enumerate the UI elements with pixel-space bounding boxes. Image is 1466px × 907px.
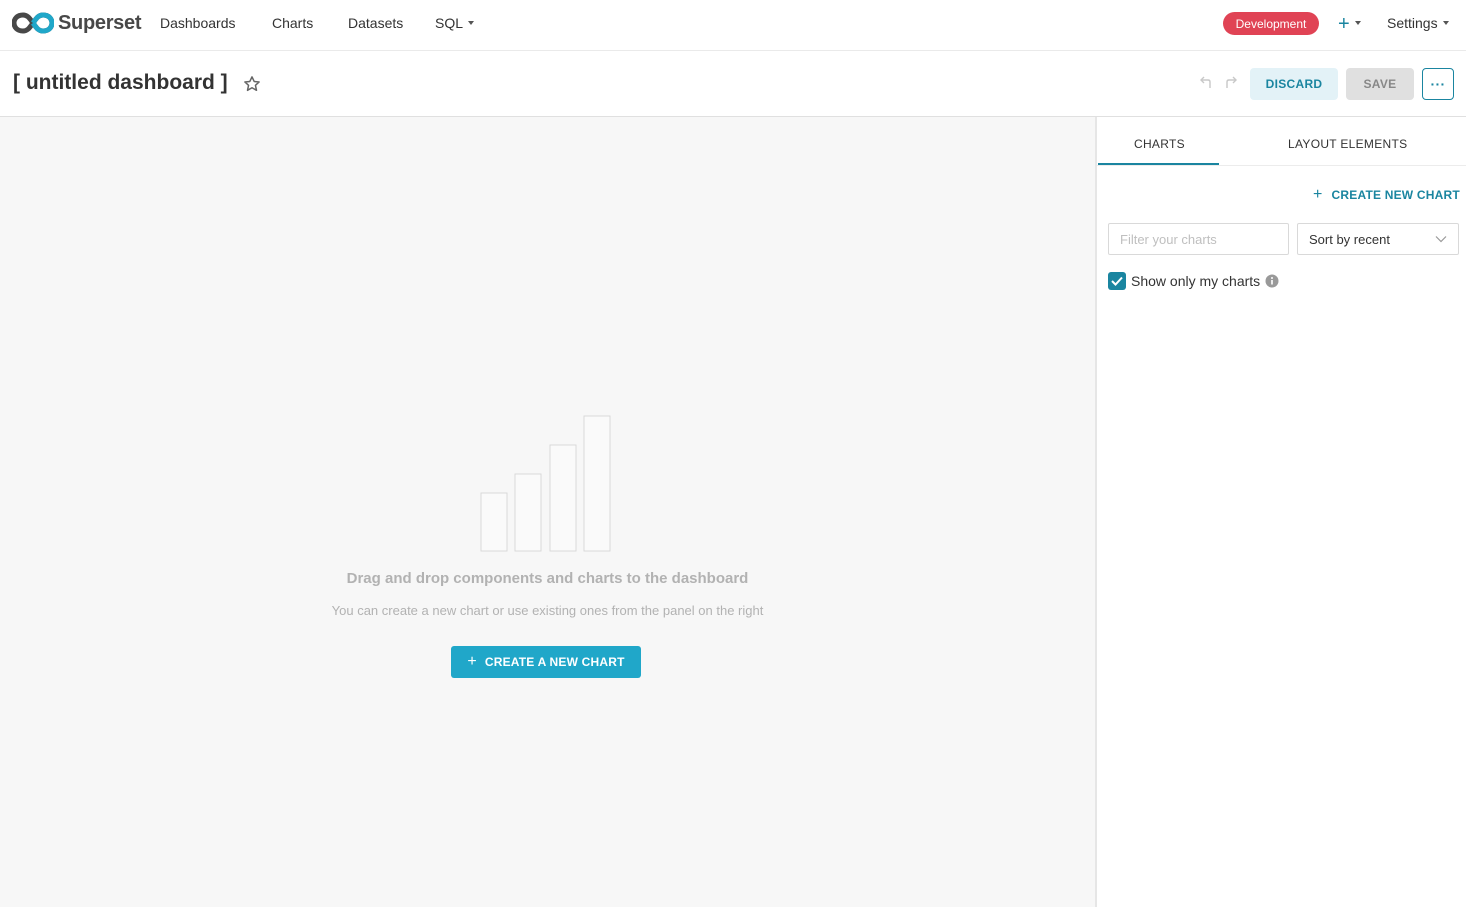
favorite-star-icon[interactable] bbox=[243, 75, 261, 93]
show-only-my-charts-label: Show only my charts bbox=[1131, 273, 1261, 289]
create-new-chart-link[interactable]: + CREATE NEW CHART bbox=[1313, 186, 1460, 204]
nav-sql-label: SQL bbox=[435, 15, 464, 31]
tab-layout-elements[interactable]: LAYOUT ELEMENTS bbox=[1288, 137, 1407, 151]
show-only-my-charts-toggle[interactable]: Show only my charts bbox=[1108, 272, 1279, 290]
nav-sql[interactable]: SQL bbox=[435, 15, 475, 31]
nav-dashboards[interactable]: Dashboards bbox=[160, 15, 236, 31]
dashboard-canvas[interactable]: Drag and drop components and charts to t… bbox=[0, 117, 1095, 907]
redo-icon[interactable] bbox=[1223, 75, 1237, 89]
settings-menu[interactable]: Settings bbox=[1387, 15, 1449, 31]
tabs-divider bbox=[1097, 165, 1466, 166]
brand-logo[interactable]: Superset bbox=[12, 11, 141, 35]
plus-icon: + bbox=[1338, 13, 1350, 35]
brand-name: Superset bbox=[58, 11, 142, 34]
sort-select-value: Sort by recent bbox=[1309, 231, 1390, 247]
discard-button[interactable]: DISCARD bbox=[1250, 68, 1338, 100]
new-item-menu[interactable]: + bbox=[1338, 14, 1361, 34]
empty-chart-illustration-icon bbox=[480, 415, 611, 552]
filter-charts-input[interactable] bbox=[1108, 223, 1289, 255]
caret-down-icon bbox=[1354, 21, 1361, 25]
environment-badge: Development bbox=[1223, 12, 1319, 35]
caret-down-icon bbox=[1442, 21, 1449, 26]
chevron-down-icon bbox=[1435, 236, 1447, 243]
plus-icon: + bbox=[467, 653, 477, 670]
create-new-chart-button[interactable]: + CREATE A NEW CHART bbox=[451, 646, 641, 678]
nav-charts[interactable]: Charts bbox=[272, 15, 313, 31]
dashboard-header: [ untitled dashboard ] DISCARD SAVE ··· bbox=[0, 51, 1466, 117]
more-options-button[interactable]: ··· bbox=[1422, 68, 1454, 100]
superset-logo-icon bbox=[12, 12, 54, 34]
create-new-chart-label: CREATE A NEW CHART bbox=[484, 655, 625, 669]
sort-charts-select[interactable]: Sort by recent bbox=[1297, 223, 1459, 255]
builder-side-panel: CHARTS LAYOUT ELEMENTS + CREATE NEW CHAR… bbox=[1095, 117, 1466, 907]
settings-label: Settings bbox=[1387, 15, 1438, 31]
undo-icon[interactable] bbox=[1200, 75, 1214, 89]
caret-down-icon bbox=[468, 21, 475, 26]
empty-state-title: Drag and drop components and charts to t… bbox=[346, 570, 749, 587]
show-only-my-charts-checkbox[interactable] bbox=[1108, 272, 1126, 290]
save-button[interactable]: SAVE bbox=[1346, 68, 1414, 100]
create-new-chart-link-label: CREATE NEW CHART bbox=[1331, 188, 1460, 202]
nav-datasets[interactable]: Datasets bbox=[348, 15, 403, 31]
dashboard-title[interactable]: [ untitled dashboard ] bbox=[13, 71, 228, 95]
tab-charts[interactable]: CHARTS bbox=[1134, 137, 1185, 151]
info-icon[interactable] bbox=[1265, 274, 1279, 288]
plus-icon: + bbox=[1313, 186, 1323, 203]
top-navbar: Superset Dashboards Charts Datasets SQL … bbox=[0, 0, 1466, 51]
empty-state-description: You can create a new chart or use existi… bbox=[331, 603, 764, 618]
checkmark-icon bbox=[1111, 276, 1123, 286]
